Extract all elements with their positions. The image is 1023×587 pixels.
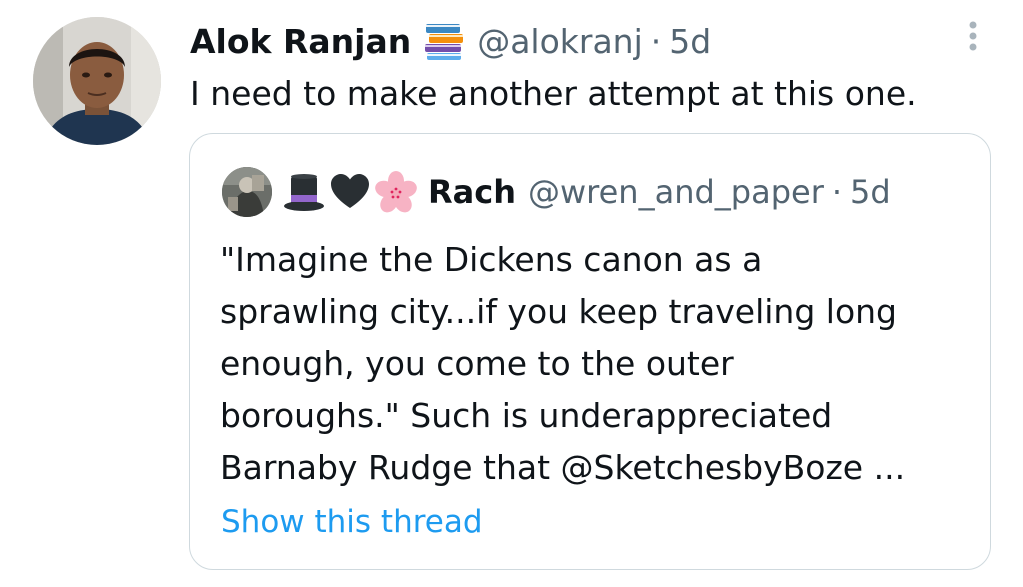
tweet-timestamp[interactable]: 5d bbox=[669, 22, 711, 61]
cherry-blossom-emoji-icon bbox=[374, 170, 418, 214]
quoted-tweet-timestamp[interactable]: 5d bbox=[850, 173, 891, 211]
quoted-tweet-text: "Imagine the Dickens canon as a sprawlin… bbox=[220, 234, 980, 494]
quoted-text-line: boroughs." Such is underappreciated bbox=[220, 396, 833, 435]
quoted-text-line: Barnaby Rudge that @SketchesbyBoze ... bbox=[220, 448, 906, 487]
author-name[interactable]: Alok Ranjan bbox=[190, 22, 411, 61]
top-hat-emoji-icon bbox=[282, 170, 326, 214]
quoted-author-handle[interactable]: @wren_and_paper bbox=[528, 173, 824, 211]
black-heart-emoji-icon bbox=[328, 170, 372, 214]
quoted-author-name[interactable]: Rach bbox=[428, 173, 516, 211]
tweet-header: Alok Ranjan @alokranj · 5d bbox=[190, 16, 711, 66]
quoted-text-line: "Imagine the Dickens canon as a bbox=[220, 240, 763, 279]
author-handle[interactable]: @alokranj bbox=[477, 22, 643, 61]
more-options-icon[interactable] bbox=[960, 20, 986, 56]
quoted-author-avatar[interactable] bbox=[222, 167, 272, 217]
quoted-tweet-card[interactable]: Rach @wren_and_paper · 5d "Imagine the D… bbox=[189, 133, 991, 570]
quoted-separator-dot: · bbox=[831, 173, 843, 211]
author-avatar[interactable] bbox=[33, 17, 161, 145]
quoted-text-line: sprawling city...if you keep traveling l… bbox=[220, 292, 897, 331]
separator-dot: · bbox=[650, 21, 662, 61]
quoted-text-line: enough, you come to the outer bbox=[220, 344, 734, 383]
tweet-text: I need to make another attempt at this o… bbox=[190, 74, 917, 113]
show-thread-link[interactable]: Show this thread bbox=[221, 498, 483, 546]
books-emoji-icon bbox=[423, 20, 465, 62]
quoted-tweet-header: Rach @wren_and_paper · 5d bbox=[222, 167, 891, 217]
